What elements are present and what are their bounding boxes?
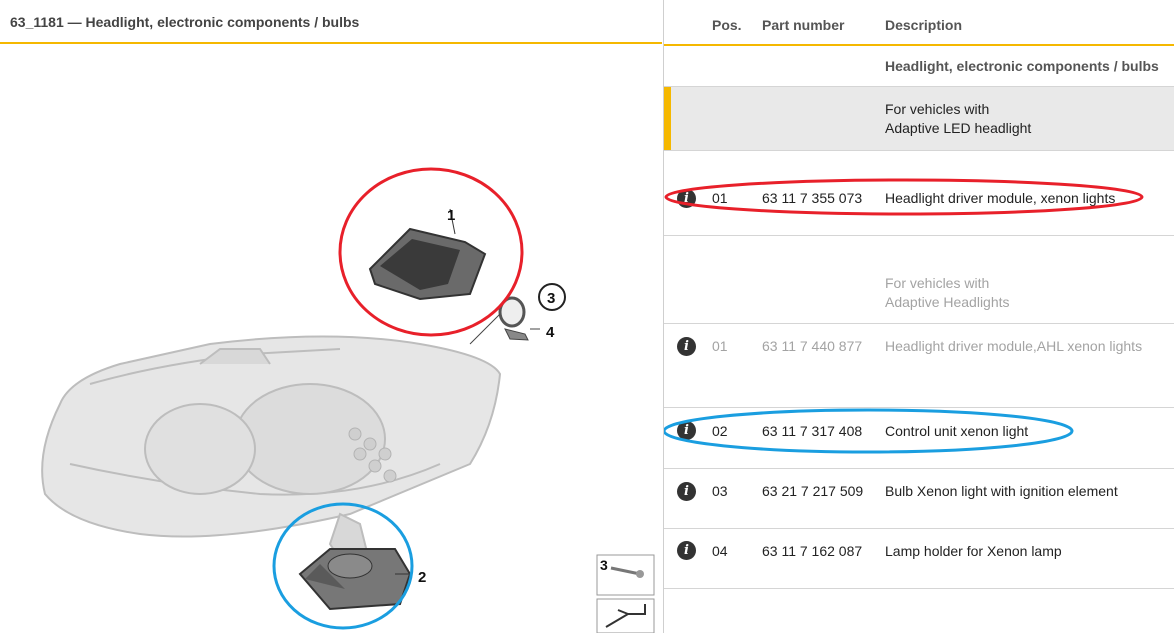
row-description: Bulb Xenon light with ignition element: [885, 483, 1118, 499]
callout-4[interactable]: 4: [546, 324, 555, 341]
parts-table: Pos. Part number Description Headlight, …: [664, 0, 1174, 633]
group-row-led[interactable]: For vehicles with Adaptive LED headlight: [664, 87, 1174, 151]
header-description[interactable]: Description: [885, 17, 962, 33]
callout-1[interactable]: 1: [447, 207, 455, 224]
info-icon[interactable]: i: [677, 337, 696, 356]
row-part-number[interactable]: 63 11 7 440 877: [762, 338, 862, 354]
row-description: Control unit xenon light: [885, 423, 1029, 439]
table-row[interactable]: i 03 63 21 7 217 509 Bulb Xenon light wi…: [664, 469, 1174, 529]
section-title: Headlight, electronic components / bulbs: [885, 58, 1159, 74]
group-accent-bar: [664, 87, 671, 150]
info-icon[interactable]: i: [677, 421, 696, 440]
row-pos: 01: [712, 190, 728, 206]
diagram-panel: 63_1181 — Headlight, electronic componen…: [0, 0, 664, 633]
row-part-number[interactable]: 63 11 7 162 087: [762, 543, 862, 559]
row-part-number[interactable]: 63 11 7 317 408: [762, 423, 862, 439]
part-2-control-unit[interactable]: [298, 548, 412, 611]
header-part-number[interactable]: Part number: [762, 17, 844, 33]
parts-diagram: 1 3 4 2 3: [41, 167, 655, 633]
table-row[interactable]: i 04 63 11 7 162 087 Lamp holder for Xen…: [664, 529, 1174, 589]
group-line1: For vehicles with: [885, 275, 990, 291]
callout-3[interactable]: 3: [547, 290, 555, 307]
header-pos[interactable]: Pos.: [712, 17, 742, 33]
group-line1: For vehicles with: [885, 101, 990, 117]
row-pos: 01: [712, 338, 728, 354]
table-row[interactable]: i 01 63 11 7 355 073 Headlight driver mo…: [664, 151, 1174, 236]
next-page-arrow-icon[interactable]: [596, 598, 655, 633]
group-line2: Adaptive LED headlight: [885, 120, 1032, 136]
info-icon[interactable]: i: [677, 189, 696, 208]
group-line2: Adaptive Headlights: [885, 294, 1010, 310]
row-pos: 03: [712, 483, 728, 499]
group-row-ahl[interactable]: For vehicles with Adaptive Headlights: [664, 236, 1174, 324]
row-pos: 04: [712, 543, 728, 559]
thumbnail-label: 3: [600, 557, 608, 573]
row-description: Lamp holder for Xenon lamp: [885, 543, 1062, 559]
info-icon[interactable]: i: [677, 541, 696, 560]
info-icon[interactable]: i: [677, 482, 696, 501]
table-header: Pos. Part number Description: [664, 0, 1174, 46]
row-pos: 02: [712, 423, 728, 439]
headlight-illustration: [41, 335, 502, 576]
part-1-driver-module[interactable]: [368, 208, 487, 301]
diagram-header: 63_1181 — Headlight, electronic componen…: [0, 0, 662, 44]
diagram-title: 63_1181 — Headlight, electronic componen…: [10, 14, 360, 30]
table-row[interactable]: i 02 63 11 7 317 408 Control unit xenon …: [664, 408, 1174, 469]
row-part-number[interactable]: 63 21 7 217 509: [762, 483, 863, 499]
callout-2[interactable]: 2: [418, 569, 426, 586]
row-description: Headlight driver module,AHL xenon lights: [885, 338, 1143, 354]
row-description: Headlight driver module, xenon lights: [885, 190, 1116, 206]
section-title-row: Headlight, electronic components / bulbs: [664, 46, 1174, 87]
table-row[interactable]: i 01 63 11 7 440 877 Headlight driver mo…: [664, 324, 1174, 408]
row-part-number[interactable]: 63 11 7 355 073: [762, 190, 862, 206]
